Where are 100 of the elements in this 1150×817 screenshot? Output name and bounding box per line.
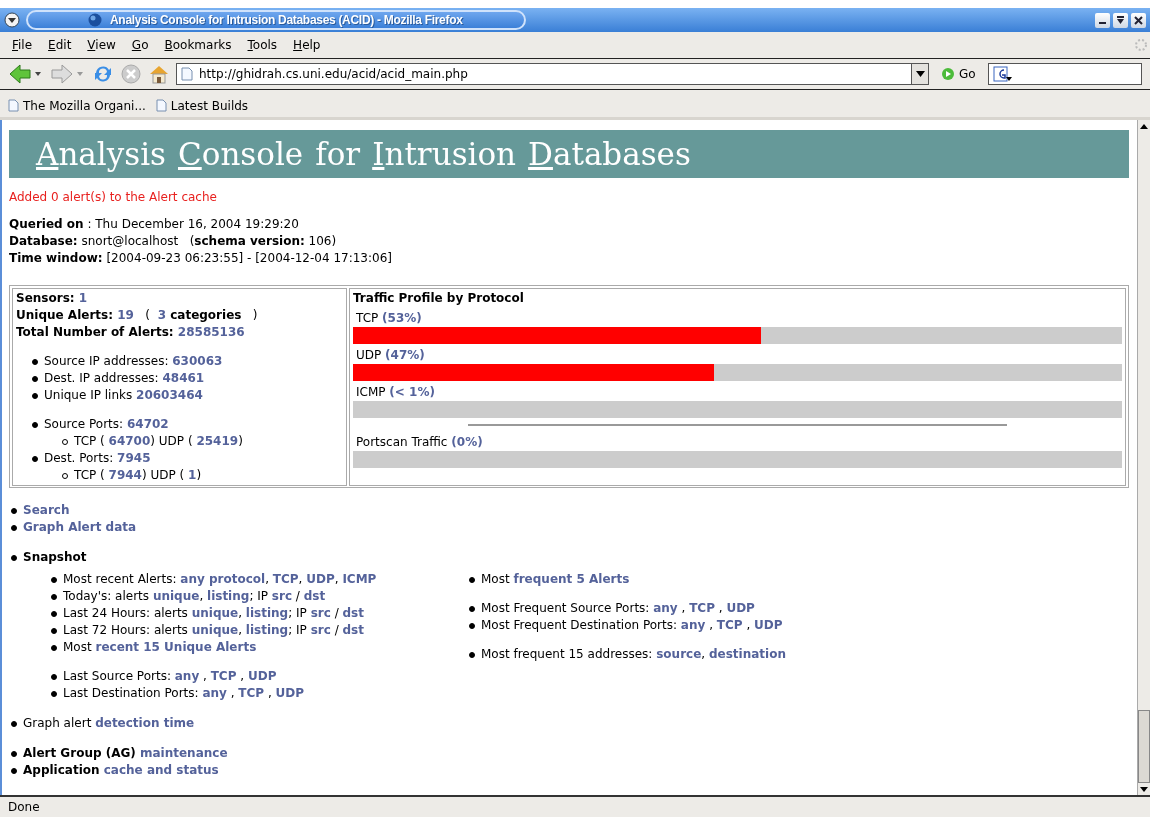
banner-word: Analysis <box>36 136 166 172</box>
globe-icon <box>88 13 102 27</box>
link[interactable]: UDP <box>275 686 305 700</box>
scrollbar[interactable] <box>1137 120 1150 795</box>
link[interactable]: cache and status <box>103 763 219 777</box>
link[interactable]: (47%) <box>385 348 425 362</box>
link[interactable]: 3 <box>157 308 166 322</box>
link[interactable]: detection time <box>95 716 195 730</box>
menu-item[interactable]: View <box>79 38 124 52</box>
menu-item[interactable]: Edit <box>40 38 80 52</box>
dropdown-button[interactable] <box>911 63 929 85</box>
link[interactable]: 7944 <box>108 468 142 482</box>
link[interactable]: any protocol <box>180 572 266 586</box>
banner-word: Console <box>178 136 304 172</box>
link[interactable]: (< 1%) <box>389 385 435 399</box>
link[interactable]: UDP <box>754 618 783 632</box>
bullet-icon <box>11 524 17 531</box>
list-item: Most frequent 5 Alerts <box>481 571 630 588</box>
link[interactable]: 28585136 <box>177 325 245 339</box>
list-item: Application cache and status <box>23 762 219 779</box>
link[interactable]: src <box>271 589 292 603</box>
link[interactable]: destination <box>708 647 786 661</box>
menu-item[interactable]: Go <box>123 38 157 52</box>
menu-item[interactable]: Help <box>285 38 329 52</box>
shade-icon <box>1116 15 1125 25</box>
link[interactable]: (53%) <box>382 311 422 325</box>
shade-button[interactable] <box>1113 12 1128 28</box>
protocol-label: ICMP (< 1%) <box>355 384 436 401</box>
link[interactable]: any <box>680 618 706 632</box>
link[interactable]: 7945 <box>117 451 151 465</box>
list-item: Most Frequent Destination Ports: any , TCP , UDP <box>481 617 783 634</box>
bullet-icon <box>51 690 57 697</box>
link[interactable]: listing <box>245 623 289 637</box>
search-field[interactable] <box>987 63 1142 85</box>
link[interactable]: TCP <box>716 618 743 632</box>
menu-item[interactable]: Tools <box>239 38 286 52</box>
scroll-down-icon[interactable] <box>1140 786 1148 792</box>
link[interactable]: UDP <box>306 572 335 586</box>
link[interactable]: 64702 <box>126 417 169 431</box>
link[interactable]: UDP <box>726 601 755 615</box>
link[interactable]: any <box>174 669 200 683</box>
link[interactable]: dst <box>342 623 364 637</box>
link[interactable]: any <box>202 686 227 700</box>
menu-icon[interactable] <box>4 12 20 28</box>
page-icon <box>181 67 193 81</box>
menu-item[interactable]: Bookmarks <box>156 38 240 52</box>
link[interactable]: 630063 <box>172 354 223 368</box>
bookmark-item[interactable]: The Mozilla Organi... <box>8 98 146 113</box>
bullet-icon <box>51 576 57 583</box>
link[interactable]: dst <box>303 589 326 603</box>
menu-item[interactable]: File <box>4 38 41 52</box>
bookmark-item[interactable]: Latest Builds <box>155 98 249 113</box>
link[interactable]: dst <box>342 606 364 620</box>
list-item: Last Destination Ports: any , TCP , UDP <box>63 685 305 702</box>
bullet-icon <box>51 610 57 617</box>
go-button[interactable]: Go <box>935 67 982 81</box>
back-arrow-icon[interactable] <box>8 63 44 85</box>
bullet-icon <box>469 622 475 629</box>
home-icon[interactable] <box>148 63 170 85</box>
link[interactable]: (0%) <box>451 435 483 449</box>
bullet-icon <box>51 627 57 634</box>
link[interactable]: Graph Alert data <box>23 520 137 534</box>
protocol-label: Portscan Traffic (0%) <box>355 434 484 451</box>
link[interactable]: src <box>310 623 331 637</box>
list-item: TCP ( 7944) UDP ( 1) <box>74 467 202 484</box>
scroll-up-icon[interactable] <box>1140 123 1148 129</box>
scrollbar-thumb[interactable] <box>1138 710 1150 783</box>
link[interactable]: 25419 <box>196 434 239 448</box>
stat-line: Unique Alerts: 19 ( 3 categories ) <box>16 307 259 324</box>
link[interactable]: frequent 5 Alerts <box>513 572 630 586</box>
link[interactable]: 48461 <box>162 371 205 385</box>
link[interactable]: Search <box>23 503 70 517</box>
bullet-icon <box>62 472 68 479</box>
link[interactable]: 1 <box>188 468 197 482</box>
link[interactable]: 1 <box>78 291 88 305</box>
link[interactable]: UDP <box>247 669 277 683</box>
list-item: Most frequent 15 addresses: source, destination <box>481 646 786 663</box>
link[interactable]: TCP <box>272 572 299 586</box>
link[interactable]: recent 15 Unique Alerts <box>95 640 257 654</box>
link[interactable]: TCP <box>210 669 237 683</box>
link[interactable]: src <box>310 606 331 620</box>
link[interactable]: TCP <box>238 686 265 700</box>
throbber-icon <box>1134 38 1148 52</box>
link[interactable]: ICMP <box>342 572 377 586</box>
list-item: Dest. Ports: 7945 <box>44 450 151 467</box>
link[interactable]: listing <box>245 606 289 620</box>
link[interactable]: 64700 <box>108 434 151 448</box>
close-icon <box>1134 15 1143 25</box>
minimize-button[interactable] <box>1095 12 1110 28</box>
link[interactable]: 19 <box>117 308 134 322</box>
protocol-label: TCP (53%) <box>355 310 423 327</box>
link[interactable]: 20603464 <box>136 388 203 402</box>
link[interactable]: TCP <box>689 601 715 615</box>
info-line: Queried on : Thu December 16, 2004 19:29:20 <box>9 216 300 233</box>
link[interactable]: maintenance <box>140 746 228 760</box>
info-line: Time window: [2004-09-23 06:23:55] - [2004-12-04 17:13:06] <box>9 250 393 267</box>
link[interactable]: any <box>653 601 678 615</box>
notice-text: Added 0 alert(s) to the Alert cache <box>9 190 218 204</box>
address-field[interactable]: http://ghidrah.cs.uni.edu/acid/acid_main.php <box>176 63 911 85</box>
close-button[interactable] <box>1131 12 1146 28</box>
